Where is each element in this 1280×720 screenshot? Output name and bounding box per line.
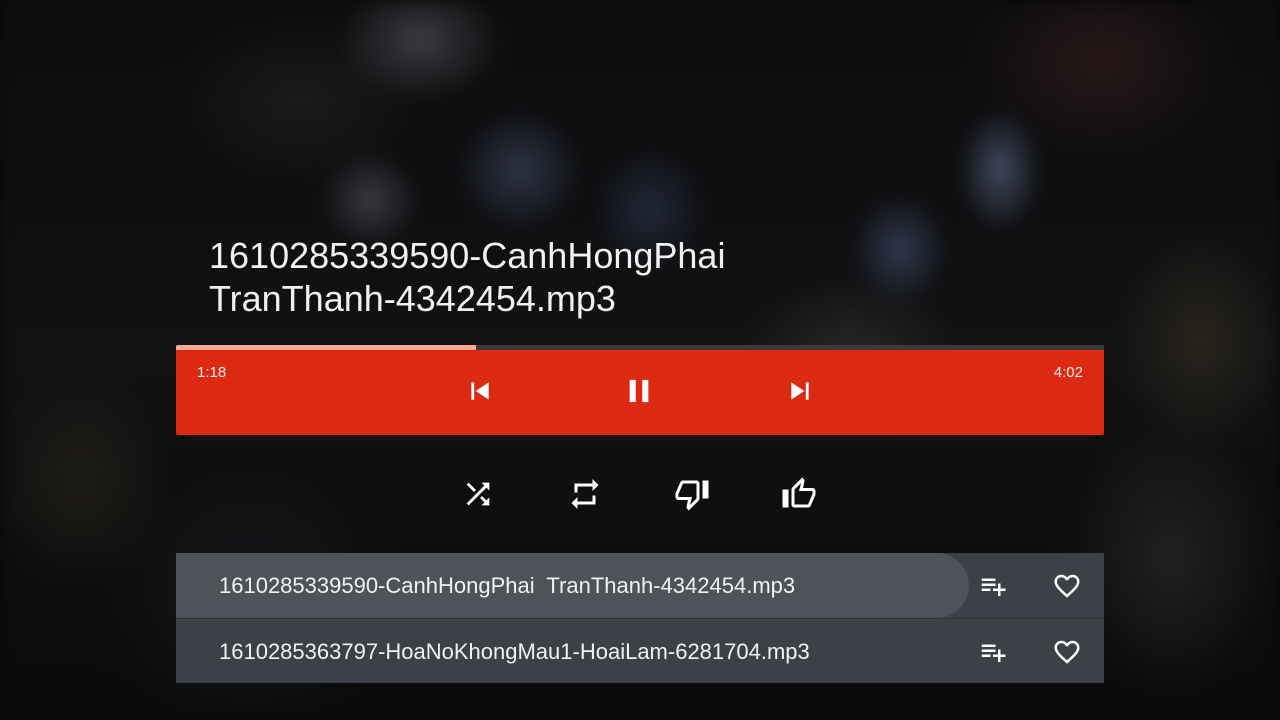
previous-button[interactable] [464, 375, 496, 407]
skip-next-icon [791, 382, 809, 400]
pause-icon [629, 379, 649, 403]
track-name: 1610285339590-CanhHongPhai TranThanh-434… [219, 573, 796, 598]
thumbs-down-button[interactable] [672, 474, 712, 514]
thumbs-up-icon [782, 477, 816, 508]
heart-outline-icon [1054, 640, 1080, 664]
seek-bar[interactable] [176, 345, 1104, 350]
add-to-playlist-button[interactable] [976, 635, 1010, 669]
total-time: 4:02 [1053, 364, 1083, 381]
add-to-playlist-button[interactable] [976, 569, 1010, 603]
shuffle-button[interactable] [458, 474, 498, 514]
current-time: 1:18 [197, 364, 227, 381]
shuffle-icon [466, 482, 490, 506]
favorite-button[interactable] [1050, 569, 1084, 603]
now-playing-title-line-1: 1610285339590-CanhHongPhai [209, 235, 726, 276]
music-player-screen: 1610285339590-CanhHongPhai TranThanh-434… [0, 0, 1280, 720]
now-playing-title-line-2: TranThanh-4342454.mp3 [209, 278, 616, 319]
thumbs-up-button[interactable] [779, 474, 819, 514]
playback-control-bar: 1:18 4:02 [176, 345, 1104, 435]
seek-bar-progress [176, 345, 476, 350]
pause-button[interactable] [623, 375, 655, 407]
playlist-item[interactable]: 1610285363797-HoaNoKhongMau1-HoaiLam-628… [176, 618, 1104, 684]
repeat-button[interactable] [565, 474, 605, 514]
playlist-add-icon [981, 644, 1006, 662]
now-playing-title: 1610285339590-CanhHongPhai TranThanh-434… [209, 234, 909, 320]
heart-outline-icon [1054, 574, 1080, 598]
track-name: 1610285363797-HoaNoKhongMau1-HoaiLam-628… [219, 639, 810, 664]
secondary-controls [0, 474, 1280, 514]
next-button[interactable] [784, 375, 816, 407]
playlist: 1610285339590-CanhHongPhai TranThanh-434… [176, 553, 1104, 683]
playlist-item[interactable]: 1610285339590-CanhHongPhai TranThanh-434… [176, 553, 1104, 618]
playlist-add-icon [981, 578, 1006, 596]
favorite-button[interactable] [1050, 635, 1084, 669]
repeat-icon [571, 479, 599, 509]
thumbs-down-icon [675, 480, 709, 511]
skip-previous-icon [471, 382, 489, 400]
